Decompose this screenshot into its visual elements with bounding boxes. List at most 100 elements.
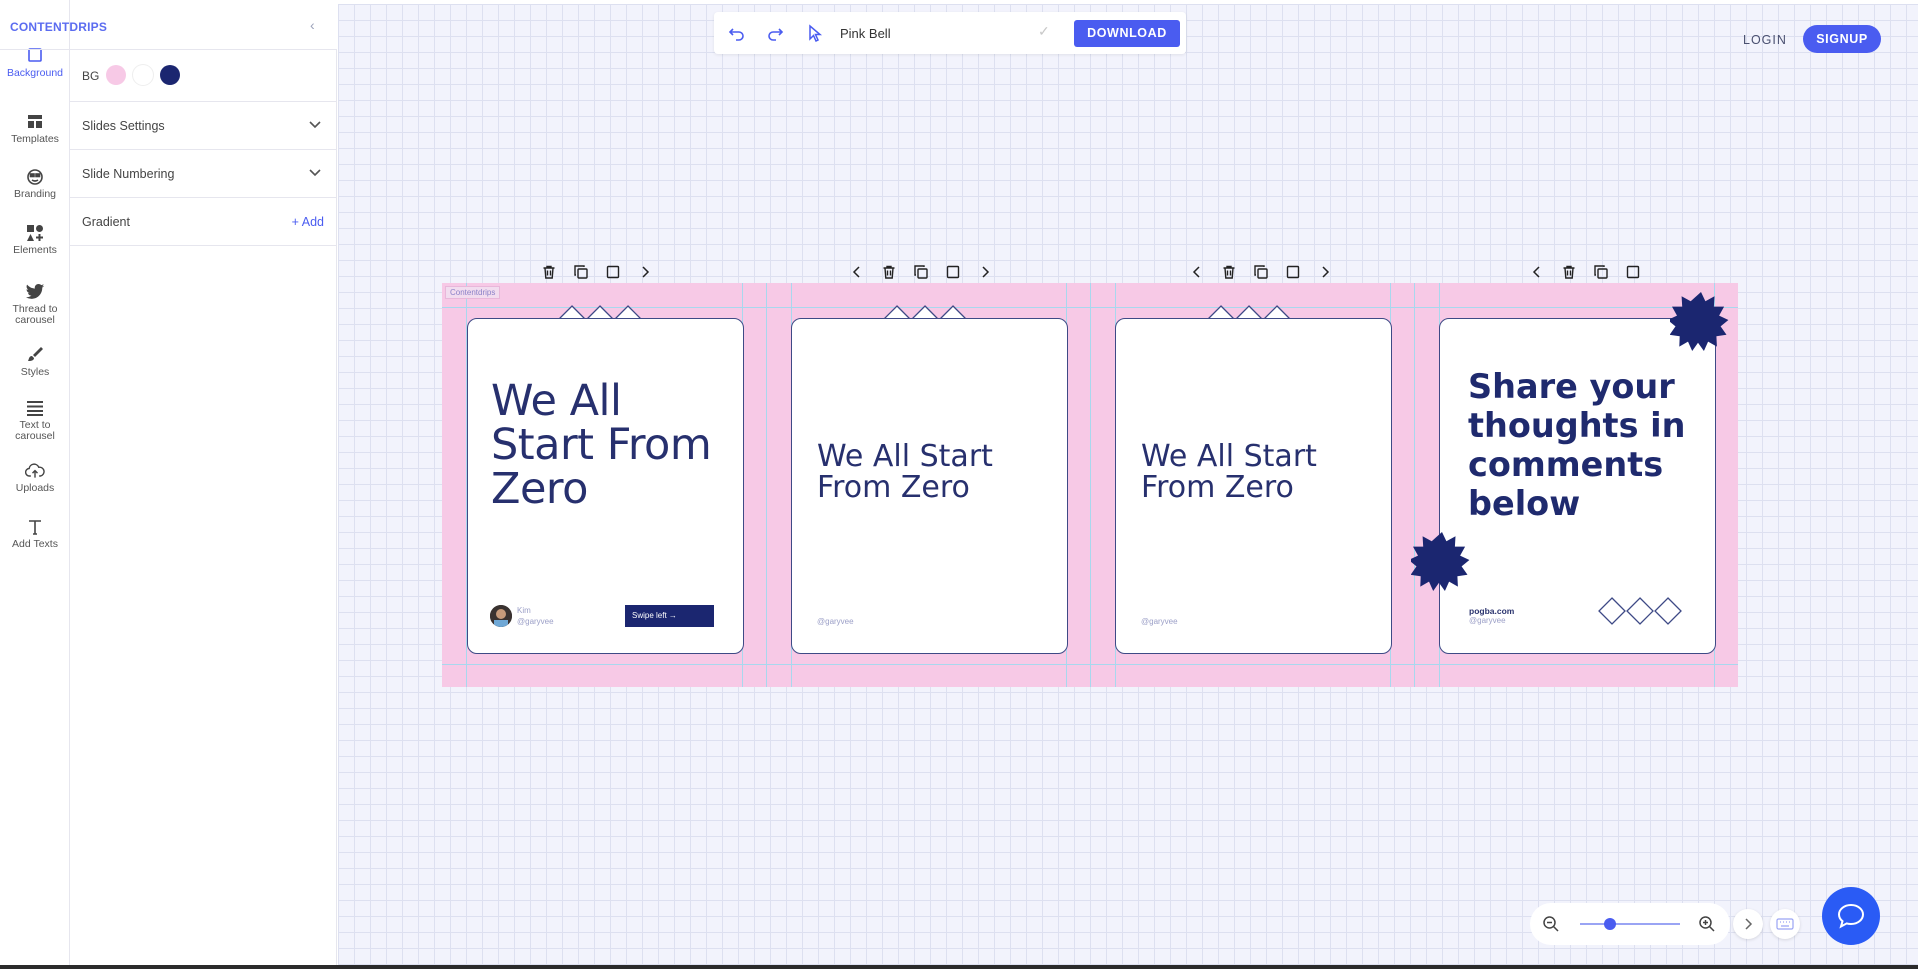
author-handle: @garyvee (1141, 617, 1178, 626)
download-button[interactable]: DOWNLOAD (1074, 20, 1180, 47)
rail-background[interactable]: Background (0, 47, 70, 79)
rail-label: Thread to carousel (12, 303, 58, 326)
bg-swatch-pink[interactable] (106, 65, 126, 85)
move-right-icon[interactable] (1317, 264, 1333, 280)
text-icon (25, 518, 45, 536)
title-line: below (1468, 484, 1581, 523)
zoom-slider-track[interactable] (1580, 923, 1680, 925)
lines-icon (25, 399, 45, 417)
slides-settings-label: Slides Settings (82, 119, 165, 133)
rail-label: Branding (13, 188, 57, 200)
cursor-icon[interactable] (806, 24, 824, 43)
rail-label: Elements (13, 244, 57, 256)
title-line: We All Start (1141, 439, 1317, 474)
rail-add-texts[interactable]: Add Texts (0, 518, 70, 550)
redo-icon[interactable] (766, 24, 784, 42)
slide-title[interactable]: We All Start From Zero (1141, 441, 1317, 503)
delete-slide-icon[interactable] (1561, 264, 1577, 280)
title-line: thoughts in (1468, 406, 1686, 445)
rail-thread-to-carousel[interactable]: Thread to carousel (0, 283, 70, 326)
starburst-badge-icon (1670, 292, 1729, 351)
zoom-in-icon[interactable] (1698, 915, 1716, 938)
keyboard-shortcuts-button[interactable] (1770, 909, 1800, 939)
bg-swatch-navy[interactable] (160, 65, 180, 85)
delete-slide-icon[interactable] (541, 264, 557, 280)
slide-card-3[interactable]: We All Start From Zero @garyvee (1115, 318, 1392, 654)
swipe-left-badge: Swipe left → (625, 605, 714, 627)
blank-slide-icon[interactable] (945, 264, 961, 280)
rail-uploads[interactable]: Uploads (0, 462, 70, 494)
duplicate-slide-icon[interactable] (913, 264, 929, 280)
blank-slide-icon[interactable] (1625, 264, 1641, 280)
guide-line (442, 664, 1738, 665)
rail-label: Templates (11, 133, 59, 145)
guide-line (1414, 283, 1415, 687)
branding-icon (25, 168, 45, 186)
title-line: From Zero (817, 470, 970, 505)
title-line: comments (1468, 445, 1664, 484)
contentdrips-watermark: Contentdrips (445, 286, 501, 299)
blank-slide-icon[interactable] (1285, 264, 1301, 280)
login-button[interactable]: LOGIN (1743, 33, 1787, 47)
diamond-ornament (1598, 597, 1682, 625)
chat-bubble-icon (1837, 903, 1865, 929)
title-line: Zero (491, 464, 588, 514)
delete-slide-icon[interactable] (1221, 264, 1237, 280)
elements-icon (25, 224, 45, 242)
file-name[interactable]: Pink Bell (840, 26, 891, 41)
move-right-icon[interactable] (637, 264, 653, 280)
chevron-down-icon (308, 117, 322, 134)
author-handle: @garyvee (517, 617, 554, 626)
cloud-upload-icon (24, 462, 45, 480)
author-handle: @garyvee (1469, 616, 1506, 625)
move-right-icon[interactable] (977, 264, 993, 280)
title-line: Share your (1468, 367, 1675, 406)
zoom-out-icon[interactable] (1542, 915, 1560, 938)
chevron-down-icon (308, 165, 322, 182)
rail-styles[interactable]: Styles (0, 346, 70, 378)
rail-elements[interactable]: Elements (0, 224, 70, 256)
rail-templates[interactable]: Templates (0, 113, 70, 145)
slide-card-1[interactable]: We All Start From Zero Kim @garyvee Swip… (467, 318, 744, 654)
duplicate-slide-icon[interactable] (1593, 264, 1609, 280)
slide-card-2[interactable]: We All Start From Zero @garyvee (791, 318, 1068, 654)
gradient-row: Gradient + Add (70, 198, 336, 246)
rail-label: Text to carousel (15, 419, 55, 442)
left-rail: Background Templates Branding Elements T… (0, 0, 70, 965)
collapse-panel-icon[interactable]: ‹ (310, 17, 315, 33)
slide-title[interactable]: We All Start From Zero (491, 376, 712, 514)
title-line: Start From (491, 420, 712, 470)
delete-slide-icon[interactable] (881, 264, 897, 280)
add-gradient-button[interactable]: + Add (292, 215, 324, 229)
title-line: From Zero (1141, 470, 1294, 505)
chat-support-button[interactable] (1822, 887, 1880, 945)
keyboard-icon (1776, 918, 1794, 930)
zoom-control (1530, 903, 1730, 945)
brand-bar: CONTENTDRIPS ‹ (0, 0, 337, 50)
rail-label: Background (6, 67, 64, 79)
slide-numbering-row[interactable]: Slide Numbering (70, 150, 336, 198)
zoom-slider-handle[interactable] (1604, 918, 1616, 930)
window-bottom-edge (0, 965, 1918, 969)
author-name: Kim (517, 606, 531, 615)
duplicate-slide-icon[interactable] (573, 264, 589, 280)
rail-branding[interactable]: Branding (0, 168, 70, 200)
next-page-button[interactable] (1733, 909, 1763, 939)
bg-swatch-white[interactable] (133, 65, 153, 85)
gradient-label: Gradient (82, 215, 130, 229)
site-name: pogba.com (1469, 606, 1515, 616)
title-line: We All (491, 376, 622, 426)
duplicate-slide-icon[interactable] (1253, 264, 1269, 280)
brush-icon (25, 346, 45, 364)
starburst-badge-icon (1411, 532, 1470, 591)
slide-title[interactable]: Share your thoughts in comments below (1468, 367, 1686, 523)
rail-text-to-carousel[interactable]: Text to carousel (0, 399, 70, 442)
undo-icon[interactable] (728, 24, 746, 42)
slides-settings-row[interactable]: Slides Settings (70, 102, 336, 150)
move-left-icon[interactable] (849, 264, 865, 280)
slide-title[interactable]: We All Start From Zero (817, 441, 993, 503)
signup-button[interactable]: SIGNUP (1803, 25, 1881, 53)
move-left-icon[interactable] (1529, 264, 1545, 280)
blank-slide-icon[interactable] (605, 264, 621, 280)
move-left-icon[interactable] (1189, 264, 1205, 280)
